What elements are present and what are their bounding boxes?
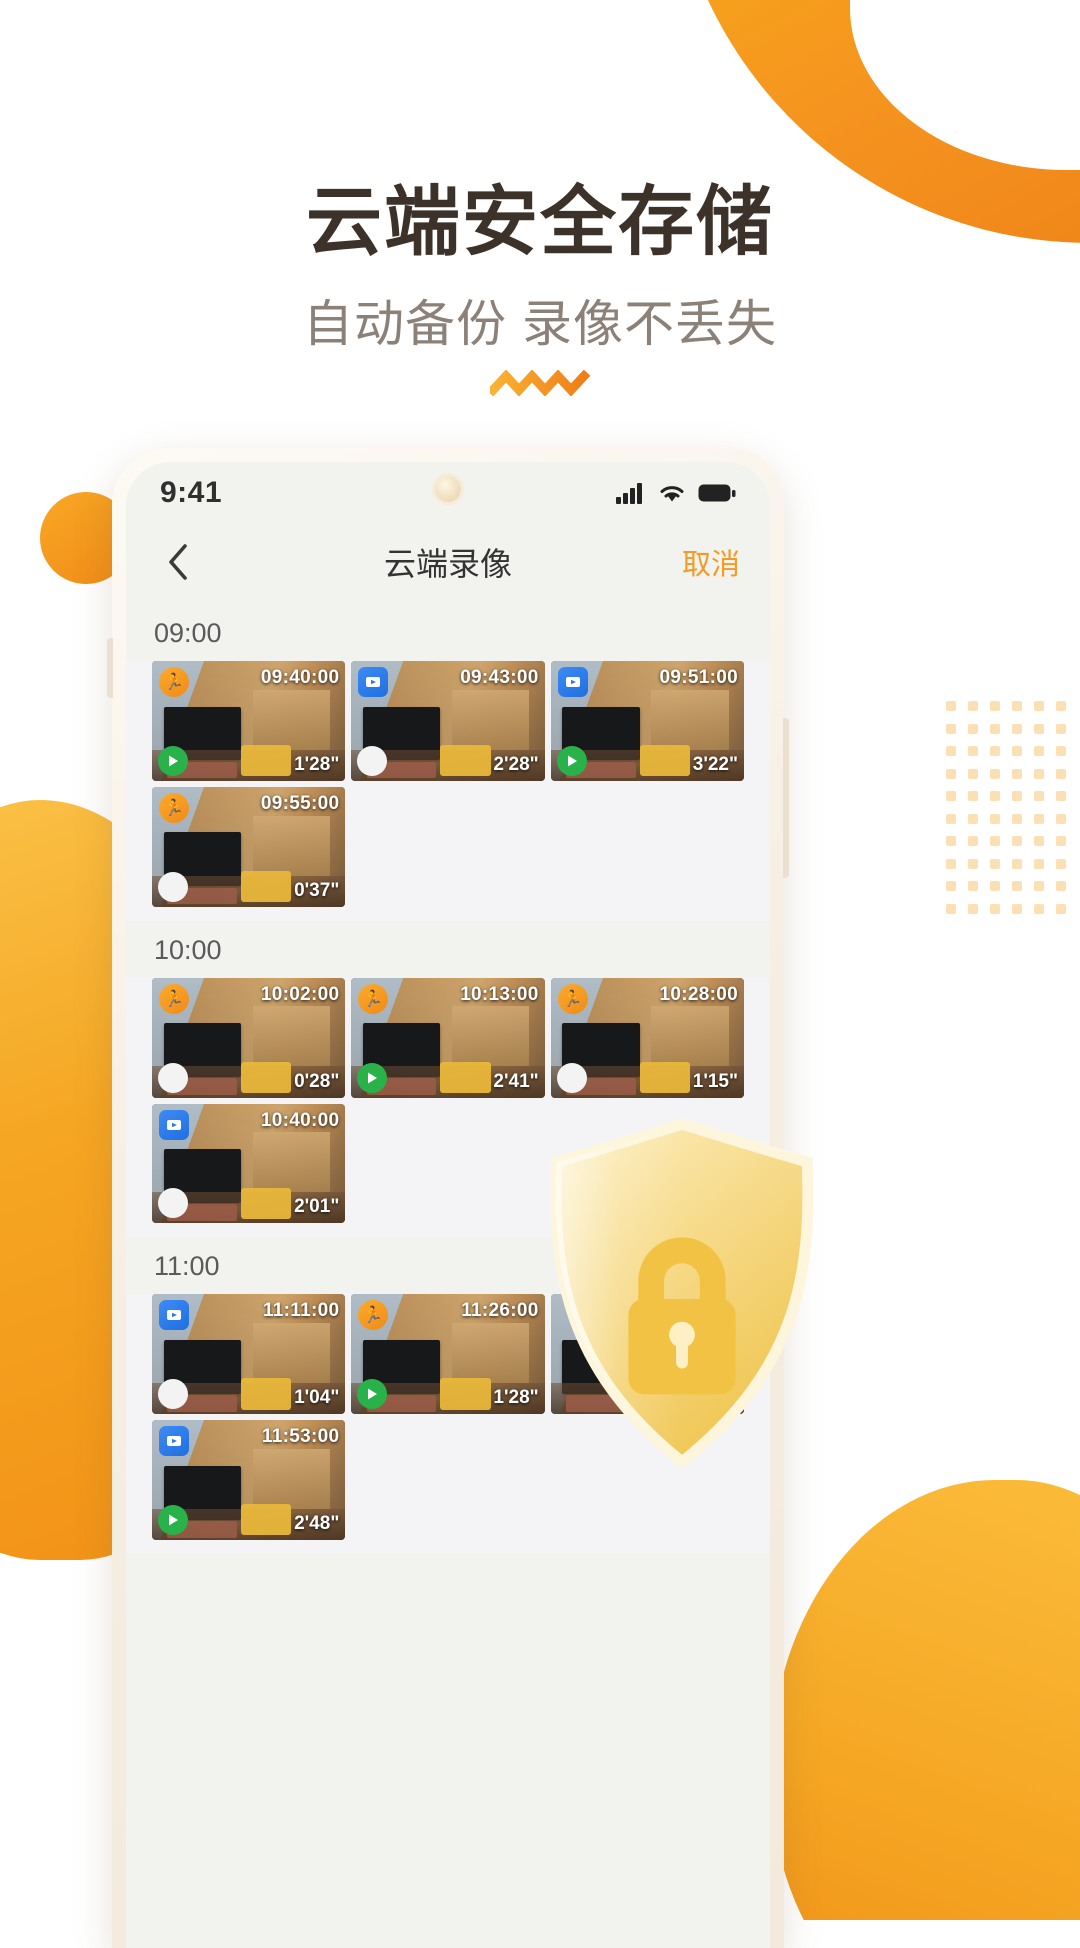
page-title: 云端安全存储	[306, 181, 774, 265]
clip-card[interactable]: 🏃 09:55:00 0'37"	[152, 786, 346, 907]
clip-timestamp: 09:55:00	[260, 792, 340, 814]
clip-duration: 1'15"	[692, 1070, 738, 1092]
clip-timestamp: 09:51:00	[659, 667, 738, 688]
play-small-icon	[565, 677, 580, 687]
clip-card[interactable]: 🏃 10:13:00 2'41"	[351, 977, 545, 1098]
motion-icon: 🏃	[159, 792, 189, 823]
group-label: 10:00	[126, 920, 770, 978]
status-icons	[616, 482, 736, 504]
cancel-button[interactable]: 取消	[682, 541, 740, 583]
clip-card[interactable]: 🏃 11:26:00 1'28"	[351, 1294, 545, 1415]
motion-icon: 🏃	[557, 983, 588, 1014]
clip-timestamp: 11:26:00	[461, 1300, 539, 1322]
blob-bottom-right	[770, 1480, 1080, 1920]
play-small-icon	[167, 1119, 181, 1130]
clip-card[interactable]: 09:51:00 3'22"	[550, 661, 744, 781]
promo-header: 云端安全存储 自动备份 录像不丢失	[0, 0, 1080, 396]
clip-duration: 0'37"	[294, 879, 340, 901]
clip-duration: 1'28"	[294, 753, 340, 775]
clip-duration: 2'41"	[493, 1070, 539, 1092]
clip-card[interactable]: 11:11:00 1'04"	[152, 1294, 346, 1415]
play-button[interactable]	[357, 745, 388, 776]
nav-bar: 云端录像 取消	[126, 524, 770, 600]
clip-duration: 1'04"	[294, 1387, 340, 1409]
clip-card[interactable]: 11:53:00 2'48"	[152, 1420, 346, 1541]
motion-icon: 🏃	[159, 667, 189, 697]
nav-title: 云端录像	[383, 546, 512, 582]
page-subtitle: 自动备份 录像不丢失	[303, 295, 777, 352]
motion-icon: 🏃	[358, 983, 389, 1014]
signal-icon	[616, 483, 642, 504]
back-button[interactable]	[156, 540, 200, 584]
battery-icon	[698, 484, 736, 502]
clip-timestamp: 11:53:00	[261, 1426, 340, 1448]
zigzag-underline-icon	[490, 369, 590, 396]
clip-timestamp: 11:11:00	[262, 1300, 340, 1322]
wifi-icon	[660, 486, 684, 502]
clip-timestamp: 10:13:00	[460, 983, 539, 1005]
clip-timestamp: 10:40:00	[260, 1109, 340, 1131]
clip-duration: 2'28"	[493, 753, 539, 775]
clip-card[interactable]: 09:43:00 2'28"	[351, 661, 545, 781]
play-icon	[169, 755, 178, 767]
video-icon	[159, 1109, 189, 1140]
play-button[interactable]	[556, 1062, 587, 1093]
clip-timestamp: 09:40:00	[260, 667, 340, 688]
clip-duration: 3'22"	[692, 753, 738, 775]
clip-card[interactable]: 🏃 10:02:00 0'28"	[152, 977, 346, 1098]
play-small-icon	[167, 1310, 181, 1321]
play-small-icon	[366, 677, 381, 687]
clip-card[interactable]: 10:40:00 2'01"	[152, 1103, 346, 1224]
clip-duration: 1'28"	[493, 1387, 539, 1409]
play-button[interactable]	[158, 871, 188, 902]
play-button[interactable]	[158, 1505, 188, 1536]
shield-lock-icon	[550, 1118, 814, 1468]
clip-timestamp: 10:02:00	[260, 983, 340, 1005]
play-button[interactable]	[357, 1062, 388, 1093]
play-button[interactable]	[158, 1062, 188, 1093]
chevron-left-icon	[169, 544, 187, 580]
clip-timestamp: 10:28:00	[659, 983, 738, 1005]
dot-grid-pattern	[940, 695, 1072, 920]
clip-duration: 0'28"	[294, 1070, 340, 1092]
play-icon	[368, 1388, 378, 1400]
play-small-icon	[167, 1436, 181, 1447]
motion-icon: 🏃	[159, 983, 189, 1014]
group-label: 09:00	[126, 604, 770, 661]
clip-card[interactable]: 🏃 10:28:00 1'15"	[550, 977, 744, 1098]
play-button[interactable]	[158, 745, 188, 776]
video-icon	[358, 667, 389, 697]
clip-duration: 2'48"	[294, 1513, 340, 1535]
clip-grid: 🏃 09:40:00 1'28" 09:43:00 2'28" 09:51:00…	[126, 661, 770, 921]
play-button[interactable]	[556, 745, 587, 776]
clip-duration: 2'01"	[294, 1196, 340, 1218]
play-icon	[567, 755, 577, 767]
clip-card[interactable]: 🏃 09:40:00 1'28"	[152, 661, 346, 781]
video-icon	[159, 1300, 189, 1331]
video-icon	[159, 1426, 189, 1457]
video-icon	[557, 667, 588, 697]
clip-timestamp: 09:43:00	[460, 667, 539, 688]
status-time: 9:41	[160, 476, 223, 509]
play-icon	[368, 1072, 378, 1084]
play-icon	[169, 1514, 178, 1526]
front-camera-icon	[435, 476, 461, 502]
